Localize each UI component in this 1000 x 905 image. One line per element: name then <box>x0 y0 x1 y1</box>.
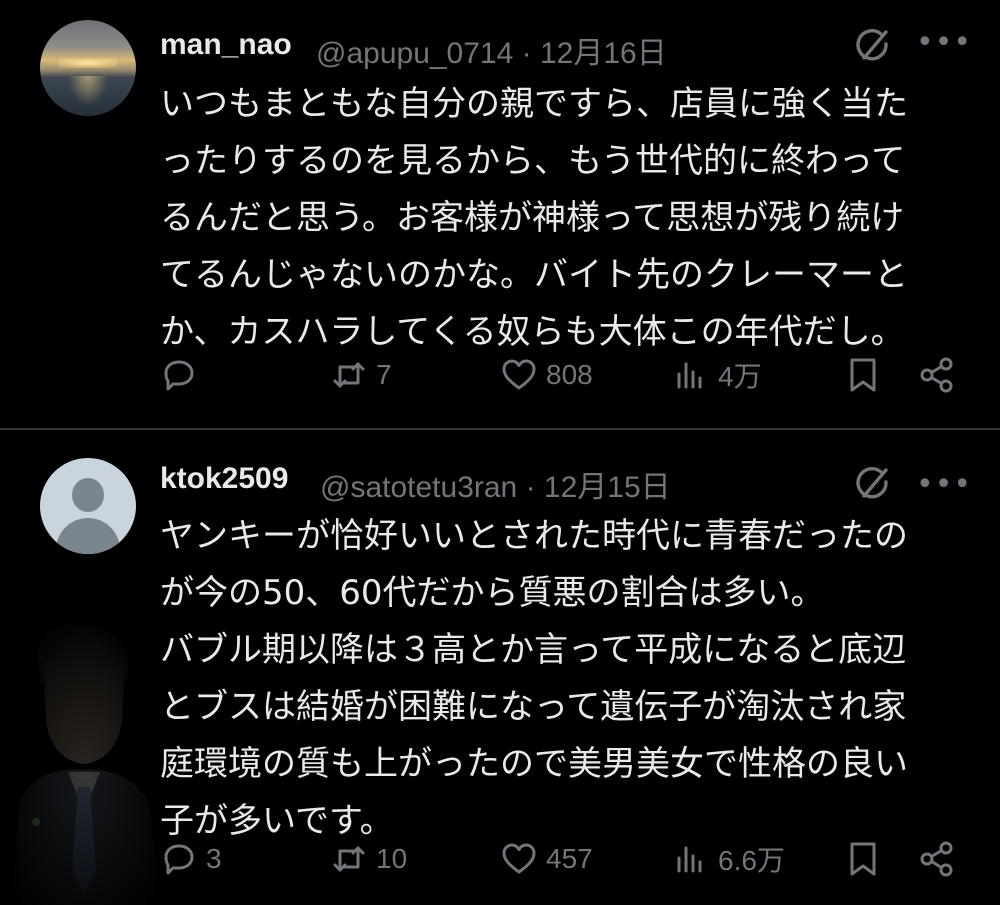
like-count: 808 <box>546 359 593 390</box>
tweet-text-line: 庭環境の質も上がったので美男美女で性格の良い <box>160 744 908 784</box>
like-button[interactable]: 808 <box>500 350 593 400</box>
grok-icon[interactable] <box>852 462 896 506</box>
views-icon <box>677 362 702 389</box>
avatar[interactable] <box>40 20 136 116</box>
tweet-text-line: ヤンキーが恰好いいとされた時代に青春だったの <box>160 516 908 556</box>
retweet-button[interactable]: 10 <box>330 834 407 884</box>
retweet-count: 10 <box>376 843 408 874</box>
like-count: 457 <box>546 843 593 874</box>
bookmark-button[interactable] <box>844 834 882 884</box>
retweet-count: 7 <box>376 359 392 390</box>
views-icon <box>677 846 702 873</box>
share-icon <box>920 357 953 393</box>
share-icon <box>920 841 953 877</box>
like-button[interactable]: 457 <box>500 834 593 884</box>
handle-and-date[interactable]: @apupu_0714 · 12月16日 <box>316 28 667 72</box>
tweet-text: ヤンキーが恰好いいとされた時代に青春だったの が今の50、60代だから質悪の割合… <box>160 508 960 850</box>
tweet-text-line: るんだと思う。お客様が神様って思想が残り続け <box>160 198 905 238</box>
bookmark-icon <box>850 358 876 392</box>
avatar-glint <box>68 76 108 106</box>
share-button[interactable] <box>918 350 956 400</box>
tweet-text-line: てるんじゃないのかな。バイト先のクレーマーと <box>160 255 908 295</box>
tweet-text: いつもまともな自分の親ですら、店員に強く当た ったりするのを見るから、もう世代的… <box>160 76 960 361</box>
view-count: 4万 <box>718 361 762 392</box>
more-icon[interactable]: ••• <box>916 28 972 58</box>
tweet-text-line: バブル期以降は３高とか言って平成になると底辺 <box>160 630 907 670</box>
reply-count: 3 <box>206 843 222 874</box>
reply-button[interactable] <box>160 350 206 400</box>
overlay-portrait-image <box>10 623 160 905</box>
share-button[interactable] <box>918 834 956 884</box>
reply-icon <box>164 360 194 391</box>
avatar-head-silhouette <box>72 478 104 512</box>
retweet-icon <box>333 362 365 388</box>
grok-icon[interactable] <box>852 24 896 68</box>
action-bar: 7 808 4万 <box>0 350 1000 400</box>
avatar-sun <box>58 58 118 68</box>
retweet-icon <box>333 846 365 872</box>
display-name[interactable]: ktok2509 <box>160 462 288 496</box>
tweet-text-line: いつもまともな自分の親ですら、店員に強く当た <box>160 84 908 124</box>
tweet-text-line: とブスは結婚が困難になって遺伝子が淘汰され家 <box>160 687 907 727</box>
retweet-button[interactable]: 7 <box>330 350 392 400</box>
like-icon <box>502 843 536 874</box>
bookmark-button[interactable] <box>844 350 882 400</box>
tweet-1[interactable]: man_nao @apupu_0714 · 12月16日 ••• いつもまともな… <box>0 0 1000 428</box>
display-name[interactable]: man_nao <box>160 28 292 62</box>
more-icon[interactable]: ••• <box>916 470 972 500</box>
view-count: 6.6万 <box>718 845 785 876</box>
avatar[interactable] <box>40 458 136 554</box>
handle-and-date[interactable]: @satotetu3ran · 12月15日 <box>320 462 671 506</box>
tweet-text-line: が今の50、60代だから質悪の割合は多い。 <box>160 573 825 613</box>
bookmark-icon <box>850 842 876 876</box>
views-button[interactable]: 6.6万 <box>672 834 785 884</box>
avatar-body-silhouette <box>56 518 120 554</box>
tweet-text-line: ったりするのを見るから、もう世代的に終わって <box>160 141 906 181</box>
views-button[interactable]: 4万 <box>672 350 762 400</box>
like-icon <box>502 359 536 390</box>
